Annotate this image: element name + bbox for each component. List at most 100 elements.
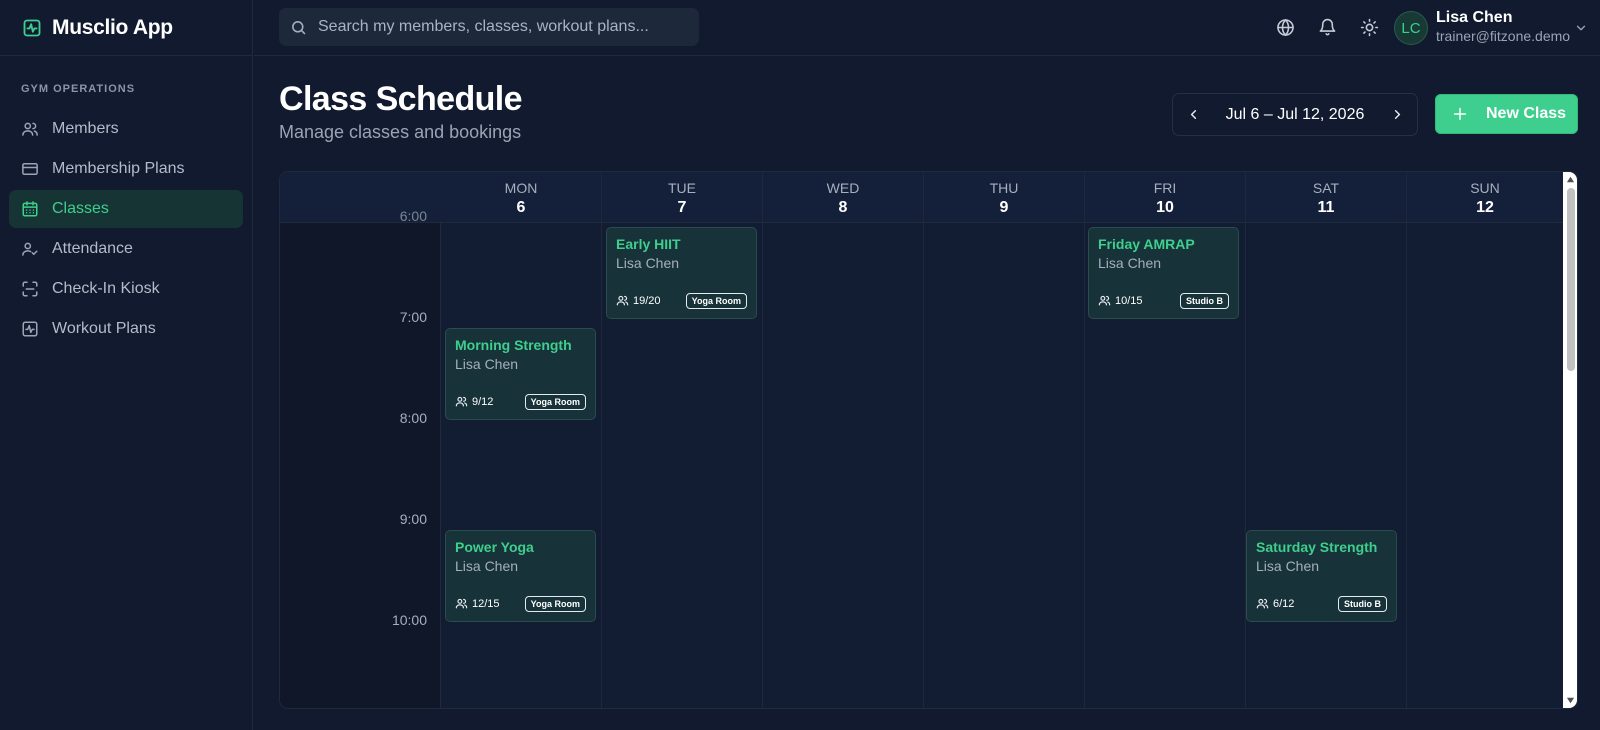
- time-label: 9:00: [399, 511, 427, 527]
- user-check-icon: [22, 242, 38, 256]
- search-icon: [292, 20, 306, 34]
- day-header-sun: SUN 12: [1405, 172, 1565, 223]
- sidebar-item-label: Workout Plans: [52, 320, 156, 337]
- credit-card-icon: [22, 163, 38, 175]
- day-name: SUN: [1470, 180, 1500, 196]
- users-icon: [455, 396, 468, 407]
- bell-icon[interactable]: [1318, 18, 1337, 37]
- booking-count: 10/15: [1115, 294, 1143, 307]
- sidebar-item-label: Classes: [52, 200, 109, 217]
- day-column[interactable]: [441, 172, 602, 708]
- class-title: Power Yoga: [455, 539, 534, 555]
- class-title: Saturday Strength: [1256, 539, 1378, 555]
- class-meta: 19/20 Yoga Room: [616, 292, 747, 309]
- sidebar-item-label: Membership Plans: [52, 160, 185, 177]
- class-meta: 9/12 Yoga Room: [455, 393, 586, 410]
- sidebar-item-attendance[interactable]: Attendance: [9, 230, 243, 268]
- class-meta: 6/12 Studio B: [1256, 595, 1387, 612]
- sidebar-item-workout-plans[interactable]: Workout Plans: [9, 310, 243, 348]
- booking-count: 6/12: [1273, 597, 1295, 610]
- class-meta: 12/15 Yoga Room: [455, 595, 586, 612]
- week-calendar: MON 6 TUE 7 WED 8 THU 9 FRI 10 SAT 11 SU…: [279, 171, 1578, 709]
- day-name: THU: [989, 180, 1019, 196]
- time-label: 10:00: [391, 612, 427, 628]
- sidebar: Musclio App GYM OPERATIONS Members Membe…: [0, 0, 253, 730]
- sidebar-item-classes[interactable]: Classes: [9, 190, 243, 228]
- user-name[interactable]: Lisa Chen: [1436, 9, 1512, 27]
- day-number: 10: [1156, 199, 1174, 216]
- chevron-down-icon[interactable]: [1574, 21, 1588, 35]
- top-bar: LC Lisa Chen trainer@fitzone.demo: [254, 0, 1600, 56]
- day-number: 11: [1317, 199, 1335, 216]
- class-event-card[interactable]: Friday AMRAP Lisa Chen 10/15 Studio B: [1088, 227, 1239, 319]
- room-badge: Studio B: [1338, 595, 1387, 612]
- sidebar-item-label: Check-In Kiosk: [52, 280, 160, 297]
- day-column[interactable]: [1246, 172, 1407, 708]
- page-subtitle: Manage classes and bookings: [279, 122, 522, 142]
- day-name: SAT: [1312, 180, 1340, 196]
- room-badge: Yoga Room: [524, 393, 586, 410]
- day-header-wed: WED 8: [763, 172, 923, 223]
- booking-count: 9/12: [472, 395, 494, 408]
- scan-icon: [22, 281, 38, 297]
- page-title: Class Schedule: [279, 80, 523, 118]
- new-class-button[interactable]: New Class: [1435, 94, 1578, 134]
- search-box[interactable]: [279, 8, 699, 46]
- activity-square-icon: [22, 321, 38, 337]
- globe-icon[interactable]: [1276, 18, 1295, 37]
- class-event-card[interactable]: Saturday Strength Lisa Chen 6/12 Studio …: [1246, 530, 1397, 622]
- time-label: 7:00: [399, 309, 427, 325]
- class-title: Morning Strength: [455, 337, 572, 353]
- chevron-left-icon: [1190, 110, 1196, 119]
- time-label: 6:00: [399, 208, 427, 224]
- scroll-down-arrow-icon[interactable]: [1566, 696, 1575, 705]
- day-name: MON: [504, 180, 538, 196]
- class-event-card[interactable]: Early HIIT Lisa Chen 19/20 Yoga Room: [606, 227, 757, 319]
- sidebar-item-label: Attendance: [52, 240, 133, 257]
- day-header-thu: THU 9: [924, 172, 1084, 223]
- previous-week-button[interactable]: [1173, 94, 1213, 135]
- day-name: WED: [826, 180, 860, 196]
- day-header-sat: SAT 11: [1246, 172, 1406, 223]
- plus-icon: [1453, 107, 1467, 121]
- class-coach: Lisa Chen: [455, 558, 519, 574]
- next-week-button[interactable]: [1377, 94, 1417, 135]
- search-input[interactable]: [318, 18, 688, 36]
- date-range-label: Jul 6 – Jul 12, 2026: [1225, 105, 1365, 123]
- day-column[interactable]: [924, 172, 1085, 708]
- booking-count: 12/15: [472, 597, 500, 610]
- users-icon: [22, 122, 38, 136]
- class-title: Friday AMRAP: [1098, 236, 1195, 252]
- class-meta: 10/15 Studio B: [1098, 292, 1229, 309]
- sidebar-item-members[interactable]: Members: [9, 110, 243, 148]
- day-name: FRI: [1153, 180, 1177, 196]
- calendar-scrollbar[interactable]: [1563, 172, 1577, 708]
- day-header-tue: TUE 7: [602, 172, 762, 223]
- sun-icon[interactable]: [1360, 18, 1379, 37]
- day-number: 7: [677, 199, 687, 216]
- calendar-icon: [22, 201, 38, 217]
- class-event-card[interactable]: Morning Strength Lisa Chen 9/12 Yoga Roo…: [445, 328, 596, 420]
- room-badge: Studio B: [1180, 292, 1229, 309]
- avatar[interactable]: LC: [1394, 11, 1428, 45]
- day-name: TUE: [668, 180, 696, 196]
- class-coach: Lisa Chen: [616, 255, 680, 271]
- day-number: 9: [999, 199, 1009, 216]
- sidebar-item-membership-plans[interactable]: Membership Plans: [9, 150, 243, 188]
- scrollbar-thumb[interactable]: [1567, 188, 1575, 371]
- room-badge: Yoga Room: [524, 595, 586, 612]
- day-number: 6: [516, 199, 526, 216]
- day-column[interactable]: [763, 172, 924, 708]
- chevron-right-icon: [1394, 110, 1400, 119]
- scroll-up-arrow-icon[interactable]: [1566, 175, 1575, 184]
- day-column[interactable]: [1407, 172, 1563, 708]
- day-header-mon: MON 6: [441, 172, 601, 223]
- brand[interactable]: Musclio App: [0, 0, 252, 56]
- class-coach: Lisa Chen: [455, 356, 519, 372]
- users-icon: [616, 295, 629, 306]
- class-coach: Lisa Chen: [1256, 558, 1320, 574]
- class-event-card[interactable]: Power Yoga Lisa Chen 12/15 Yoga Room: [445, 530, 596, 622]
- sidebar-item-check-in-kiosk[interactable]: Check-In Kiosk: [9, 270, 243, 308]
- booking-count: 19/20: [633, 294, 661, 307]
- room-badge: Yoga Room: [685, 292, 747, 309]
